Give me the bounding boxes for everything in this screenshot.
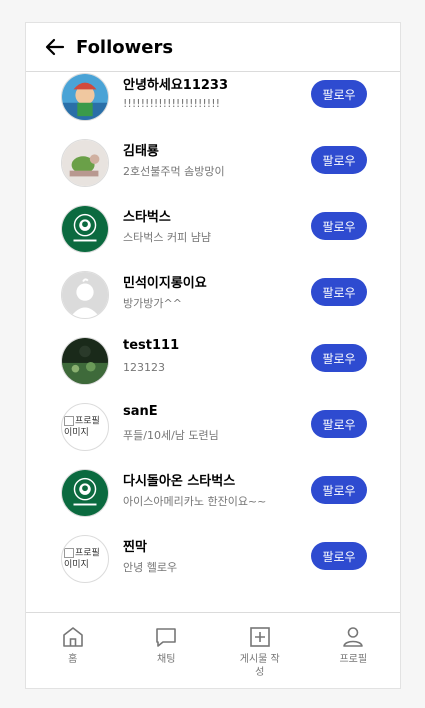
follow-button[interactable]: 팔로우 [311,542,367,570]
follower-name[interactable]: 김태룡 [123,140,159,159]
tab-home[interactable]: 홈 [26,613,120,688]
followers-screen: Followers 귀요미나누구게~?팔로우안녕하세요11233!!!!!!!!… [25,22,401,689]
follower-name[interactable]: 스타벅스 [123,206,171,225]
nature-photo [62,338,108,384]
follower-name[interactable]: 안녕하세요11233 [123,74,228,93]
follow-button[interactable]: 팔로우 [311,80,367,108]
top-bar: Followers [26,23,400,72]
follow-button[interactable]: 팔로우 [311,476,367,504]
follow-button[interactable]: 팔로우 [311,344,367,372]
tab-add-post-label: 게시물 작성 [239,654,280,678]
bottom-tab-bar: 홈 채팅 게시물 작성 프로필 [26,612,400,688]
back-arrow-icon[interactable] [44,36,66,58]
avatar[interactable] [61,139,109,187]
chat-icon [156,628,177,647]
figure-photo [62,140,108,186]
follow-button[interactable]: 팔로우 [311,410,367,438]
follower-list[interactable]: 귀요미나누구게~?팔로우안녕하세요11233!!!!!!!!!!!!!!!!!!… [26,71,400,615]
follower-row[interactable]: 프로필 이미지 찐막안녕 헬로우 팔로우 [26,526,400,592]
tab-chat[interactable]: 채팅 [120,613,214,688]
follower-bio: 123123 [123,361,165,374]
broken-image-placeholder: 프로필 이미지 [64,548,108,571]
follower-row[interactable]: 스타벅스스타벅스 커피 냠냠 팔로우 [26,196,400,262]
broken-image-icon [64,416,74,426]
follower-row[interactable]: 프로필 이미지 sanE 푸들/10세/남 도련님 팔로우 [26,394,400,460]
follow-button[interactable]: 팔로우 [311,212,367,240]
follower-bio: 방가방가^^ [123,297,182,310]
follower-bio: 안녕 헬로우 [123,561,178,574]
follower-row[interactable]: 김태룡 2호선불주먹 솜방망이 팔로우 [26,130,400,196]
follow-button[interactable]: 팔로우 [311,146,367,174]
follower-row[interactable]: test111 123123 팔로우 [26,328,400,394]
follower-name[interactable]: sanE [123,404,158,419]
page-title: Followers [76,36,174,58]
profile-icon [343,627,364,647]
follower-name[interactable]: 민석이지롱이요 [123,272,207,291]
tab-profile[interactable]: 프로필 [307,613,401,688]
follower-bio: 2호선불주먹 솜방망이 [123,165,225,178]
tab-profile-label: 프로필 [339,654,368,665]
avatar[interactable] [61,469,109,517]
tab-chat-label: 채팅 [157,654,176,665]
avatar[interactable] [61,271,109,319]
follower-row[interactable]: 다시돌아온 스타벅스아이스아메리카노 한잔이요~~ 팔로우 [26,460,400,526]
starbucks-logo [62,206,108,252]
tab-home-label: 홈 [68,654,78,665]
follower-name[interactable]: test111 [123,338,179,353]
starbucks-logo [62,470,108,516]
avatar[interactable] [61,205,109,253]
broken-image-icon [64,548,74,558]
broken-image-placeholder: 프로필 이미지 [64,416,108,439]
follower-bio: 아이스아메리카노 한잔이요~~ [123,495,267,508]
avatar[interactable]: 프로필 이미지 [61,535,109,583]
follow-button[interactable]: 팔로우 [311,278,367,306]
follower-name[interactable]: 찐막 [123,536,147,555]
follower-bio: !!!!!!!!!!!!!!!!!!!!!! [123,97,221,110]
follower-bio: 푸들/10세/남 도련님 [123,429,219,442]
avatar[interactable]: 프로필 이미지 [61,403,109,451]
add-post-icon [249,627,270,647]
follower-row[interactable]: 민석이지롱이요방가방가^^ 팔로우 [26,262,400,328]
follower-bio: 스타벅스 커피 냠냠 [123,231,211,244]
follower-name[interactable]: 다시돌아온 스타벅스 [123,470,235,489]
default-avatar [62,272,108,318]
character-photo [62,74,108,120]
avatar[interactable] [61,337,109,385]
avatar[interactable] [61,73,109,121]
home-icon [62,627,83,647]
tab-add-post[interactable]: 게시물 작성 [213,613,307,688]
follower-row[interactable]: 안녕하세요11233!!!!!!!!!!!!!!!!!!!!!! 팔로우 [26,71,400,130]
